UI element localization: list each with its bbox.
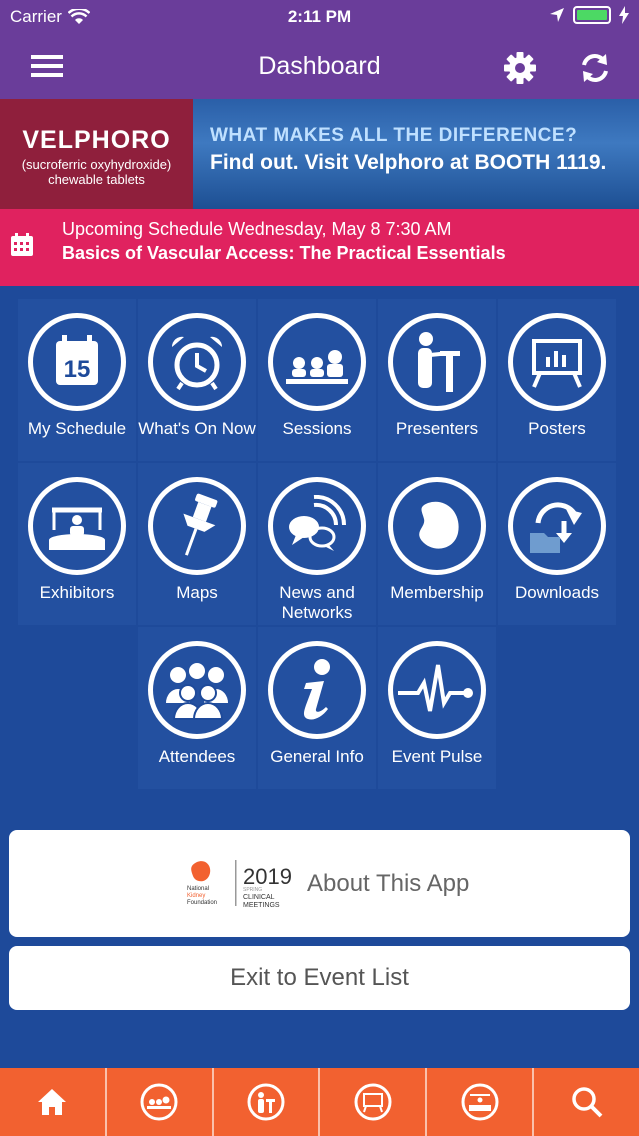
svg-text:MEETINGS: MEETINGS <box>243 902 280 909</box>
tab-search[interactable] <box>532 1068 639 1136</box>
page-title: Dashboard <box>258 52 381 80</box>
ad-banner[interactable]: VELPHORO (sucroferric oxyhydroxide) chew… <box>0 99 639 209</box>
posters-icon <box>354 1083 392 1121</box>
tab-sessions[interactable] <box>104 1068 212 1136</box>
tab-home[interactable] <box>0 1068 105 1136</box>
tile-label: General Info <box>270 747 364 766</box>
tile-whats-on-now[interactable]: What's On Now <box>138 299 256 461</box>
audience-icon <box>286 350 348 384</box>
tile-label: My Schedule <box>27 419 127 438</box>
svg-text:Foundation: Foundation <box>187 900 217 906</box>
tile-label: Event Pulse <box>391 747 483 766</box>
tile-general-info[interactable]: General Info <box>258 627 376 789</box>
ad-brand-sub: (sucroferric oxyhydroxide) chewable tabl… <box>21 157 172 187</box>
status-bar: Carrier 2:11 PM <box>0 0 639 34</box>
tile-event-pulse[interactable]: Event Pulse <box>378 627 496 789</box>
poster-board-icon <box>532 339 582 388</box>
tile-label: Maps <box>176 583 218 602</box>
tile-label: Posters <box>528 419 586 438</box>
ad-brand-name: VELPHORO <box>22 126 171 154</box>
tile-posters[interactable]: Posters <box>498 299 616 461</box>
download-folder-icon <box>530 502 582 553</box>
battery-icon <box>573 6 611 24</box>
svg-text:Kidney: Kidney <box>187 893 205 899</box>
people-group-icon <box>166 663 228 720</box>
presenters-icon <box>247 1083 285 1121</box>
alarm-clock-icon <box>171 336 223 391</box>
tile-news-and-networks[interactable]: News and Networks <box>258 463 376 625</box>
tile-attendees[interactable]: Attendees <box>138 627 256 789</box>
tile-label: Attendees <box>158 747 236 766</box>
ad-brand: VELPHORO (sucroferric oxyhydroxide) chew… <box>0 99 193 209</box>
tile-label: News and Networks <box>279 583 355 622</box>
ad-line-1: WHAT MAKES ALL THE DIFFERENCE? <box>210 125 578 146</box>
exhibitors-icon <box>461 1083 499 1121</box>
tile-downloads[interactable]: Downloads <box>498 463 616 625</box>
gear-icon[interactable] <box>500 48 540 88</box>
nkf-spring-clinical-meetings-logo: National Kidney Foundation 2019 SPRING C… <box>187 860 292 909</box>
tab-posters[interactable] <box>318 1068 425 1136</box>
pushpin-icon <box>183 493 218 556</box>
tile-label: Downloads <box>514 583 600 602</box>
home-icon <box>38 1089 67 1115</box>
about-this-app-label: About This App <box>307 870 470 897</box>
tab-exhibitors[interactable] <box>425 1068 532 1136</box>
search-icon <box>571 1087 602 1118</box>
kidney-icon <box>419 501 459 549</box>
ad-pitch: WHAT MAKES ALL THE DIFFERENCE? Find out.… <box>210 125 606 175</box>
svg-text:CLINICAL: CLINICAL <box>243 894 275 901</box>
sessions-icon <box>140 1083 178 1121</box>
info-icon <box>304 659 330 720</box>
calendar-15-icon: 15 <box>56 335 98 385</box>
exit-to-event-list-button[interactable]: Exit to Event List <box>9 946 630 1010</box>
location-arrow-icon <box>550 8 564 22</box>
chat-signal-icon <box>289 495 347 551</box>
charging-bolt-icon <box>619 6 629 24</box>
tile-exhibitors[interactable]: Exhibitors <box>18 463 136 625</box>
tile-membership[interactable]: Membership <box>378 463 496 625</box>
refresh-icon[interactable] <box>575 48 615 88</box>
svg-text:2019: 2019 <box>243 864 292 889</box>
about-this-app-button[interactable]: National Kidney Foundation 2019 SPRING C… <box>9 830 630 937</box>
tile-label: Sessions <box>282 419 352 438</box>
nav-bar: Dashboard <box>0 34 639 99</box>
tile-label: What's On Now <box>138 419 256 438</box>
upcoming-schedule[interactable]: Upcoming Schedule Wednesday, May 8 7:30 … <box>0 209 639 286</box>
upcoming-datetime: Upcoming Schedule Wednesday, May 8 7:30 … <box>62 219 452 239</box>
upcoming-session-title: Basics of Vascular Access: The Practical… <box>62 243 506 263</box>
calendar-icon <box>11 233 33 256</box>
tile-label: Presenters <box>395 419 479 438</box>
presenter-podium-icon <box>418 332 460 392</box>
tile-presenters[interactable]: Presenters <box>378 299 496 461</box>
pulse-icon <box>398 664 473 712</box>
svg-text:National: National <box>187 886 209 892</box>
tile-my-schedule[interactable]: 15 My Schedule <box>18 299 136 461</box>
svg-text:SPRING: SPRING <box>243 887 262 893</box>
ad-line-2: Find out. Visit Velphoro at BOOTH 1119. <box>210 151 607 174</box>
bottom-tab-bar <box>0 1068 639 1136</box>
svg-text:15: 15 <box>64 356 91 383</box>
tile-label: Membership <box>390 583 484 602</box>
tile-maps[interactable]: Maps <box>138 463 256 625</box>
tile-label: Exhibitors <box>39 583 115 602</box>
top-bar: Carrier 2:11 PM Dashboard <box>0 0 639 99</box>
exhibitor-booth-icon <box>49 507 105 550</box>
tab-presenters[interactable] <box>211 1068 319 1136</box>
status-time: 2:11 PM <box>287 7 352 26</box>
tile-sessions[interactable]: Sessions <box>258 299 376 461</box>
